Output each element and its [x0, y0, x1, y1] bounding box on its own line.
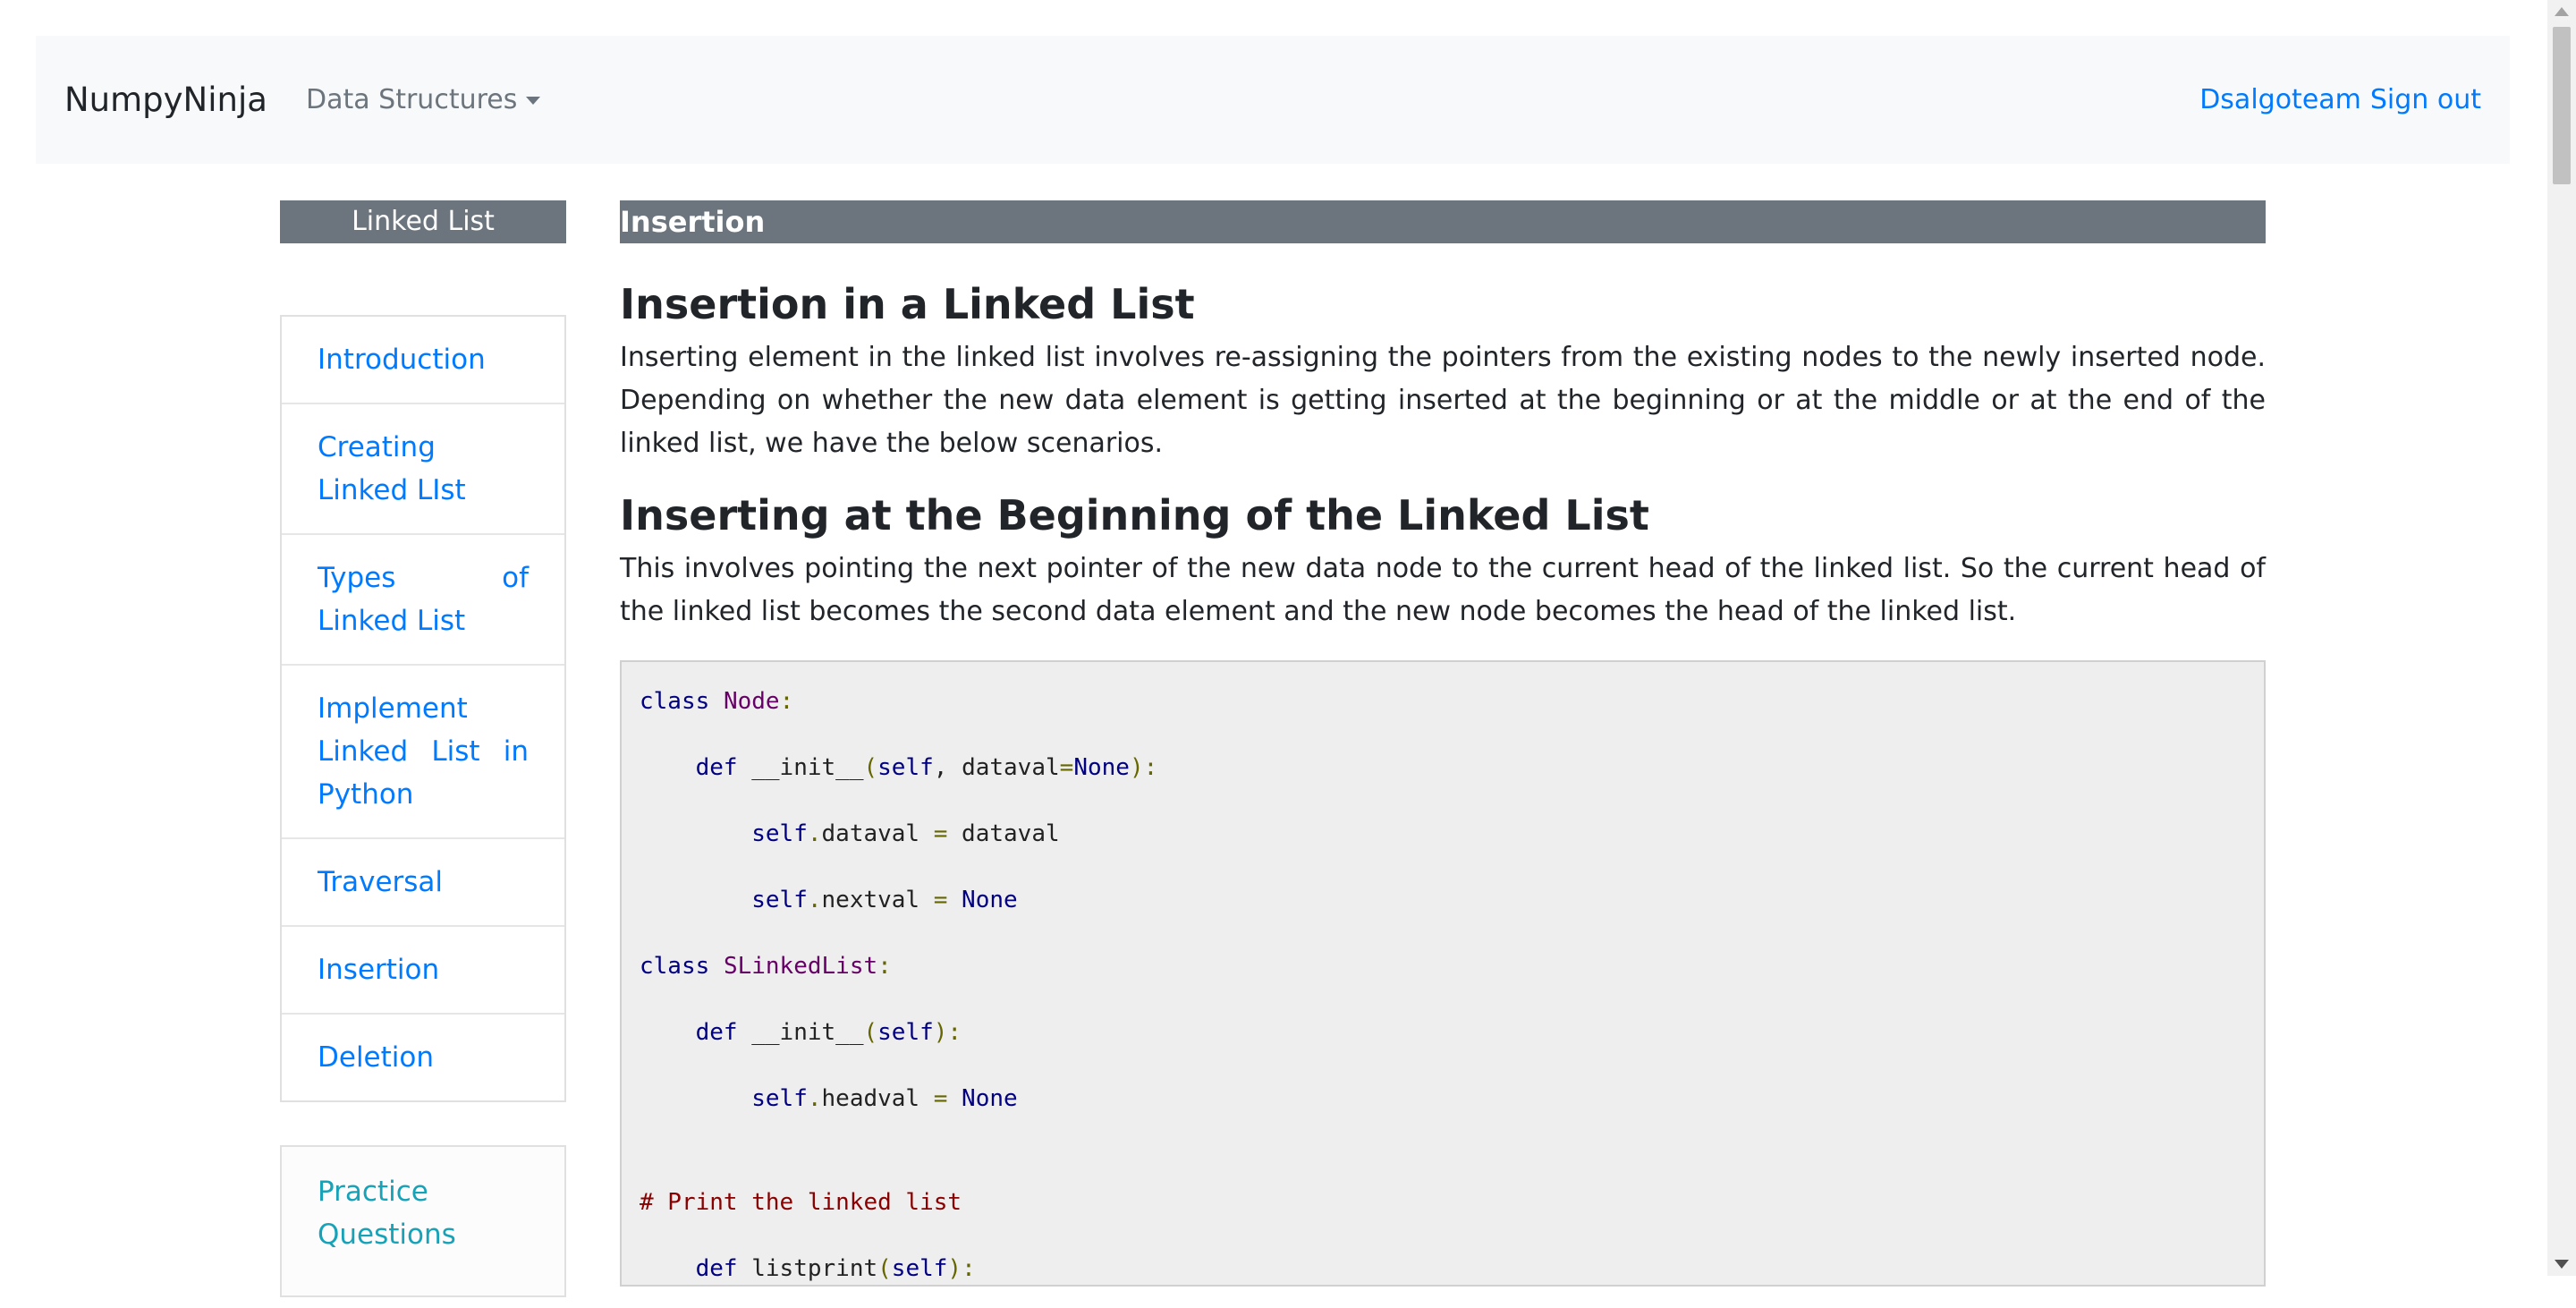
sidebar-item-insertion[interactable]: Insertion — [282, 927, 564, 1015]
sign-out-link[interactable]: Sign out — [2370, 84, 2481, 115]
dropdown-label: Data Structures — [306, 84, 518, 115]
user-name-link[interactable]: Dsalgoteam — [2199, 84, 2361, 115]
scroll-down-arrow-icon[interactable] — [2555, 1260, 2569, 1269]
page-scrollbar[interactable] — [2547, 0, 2576, 1276]
section-heading: Inserting at the Beginning of the Linked… — [620, 491, 1649, 539]
caret-down-icon — [526, 97, 541, 105]
practice-box: Practice Questions — [280, 1145, 566, 1297]
sidebar-item-creating-linked-list[interactable]: Creating Linked LIst — [282, 404, 564, 535]
code-line: self.nextval = None — [751, 887, 1018, 913]
sidebar-item-deletion[interactable]: Deletion — [282, 1015, 564, 1100]
code-line: def __init__(self, dataval=None): — [695, 754, 1158, 781]
code-line: class Node: — [640, 688, 794, 715]
code-line: self.headval = None — [751, 1085, 1018, 1112]
topic-title-bar: Insertion — [620, 200, 2266, 243]
sidebar-item-introduction[interactable]: Introduction — [282, 317, 564, 404]
section-paragraph: This involves pointing the next pointer … — [620, 553, 2266, 627]
sidebar-item-types-of-linked-list[interactable]: Types of Linked List — [282, 535, 564, 666]
scrollbar-thumb[interactable] — [2553, 27, 2571, 184]
code-line: self.dataval = dataval — [751, 820, 1060, 847]
practice-questions-link[interactable]: Practice Questions — [282, 1147, 564, 1278]
sidebar-item-traversal[interactable]: Traversal — [282, 839, 564, 927]
user-links: Dsalgoteam Sign out — [2190, 36, 2481, 164]
page-title: Insertion in a Linked List — [620, 280, 1195, 328]
main-content: Insertion Insertion in a Linked List Ins… — [620, 200, 2266, 1287]
code-line: def listprint(self): — [695, 1255, 976, 1282]
scroll-up-arrow-icon[interactable] — [2555, 7, 2569, 16]
intro-paragraph: Inserting element in the linked list inv… — [620, 342, 2266, 459]
data-structures-dropdown[interactable]: Data Structures — [306, 36, 541, 164]
code-line: class SLinkedList: — [640, 953, 892, 980]
navbar: NumpyNinja Data Structures Dsalgoteam Sig… — [36, 36, 2510, 164]
sidebar-item-implement-linked-list[interactable]: Implement Linked List in Python — [282, 666, 564, 839]
code-block: class Node: def __init__(self, dataval=N… — [620, 660, 2266, 1287]
brand-link[interactable]: NumpyNinja — [64, 36, 267, 164]
code-line: # Print the linked list — [640, 1189, 962, 1216]
sidebar-topic-list: Introduction Creating Linked LIst Types … — [280, 315, 566, 1102]
sidebar-header: Linked List — [280, 200, 566, 243]
code-line: def __init__(self): — [695, 1019, 962, 1046]
